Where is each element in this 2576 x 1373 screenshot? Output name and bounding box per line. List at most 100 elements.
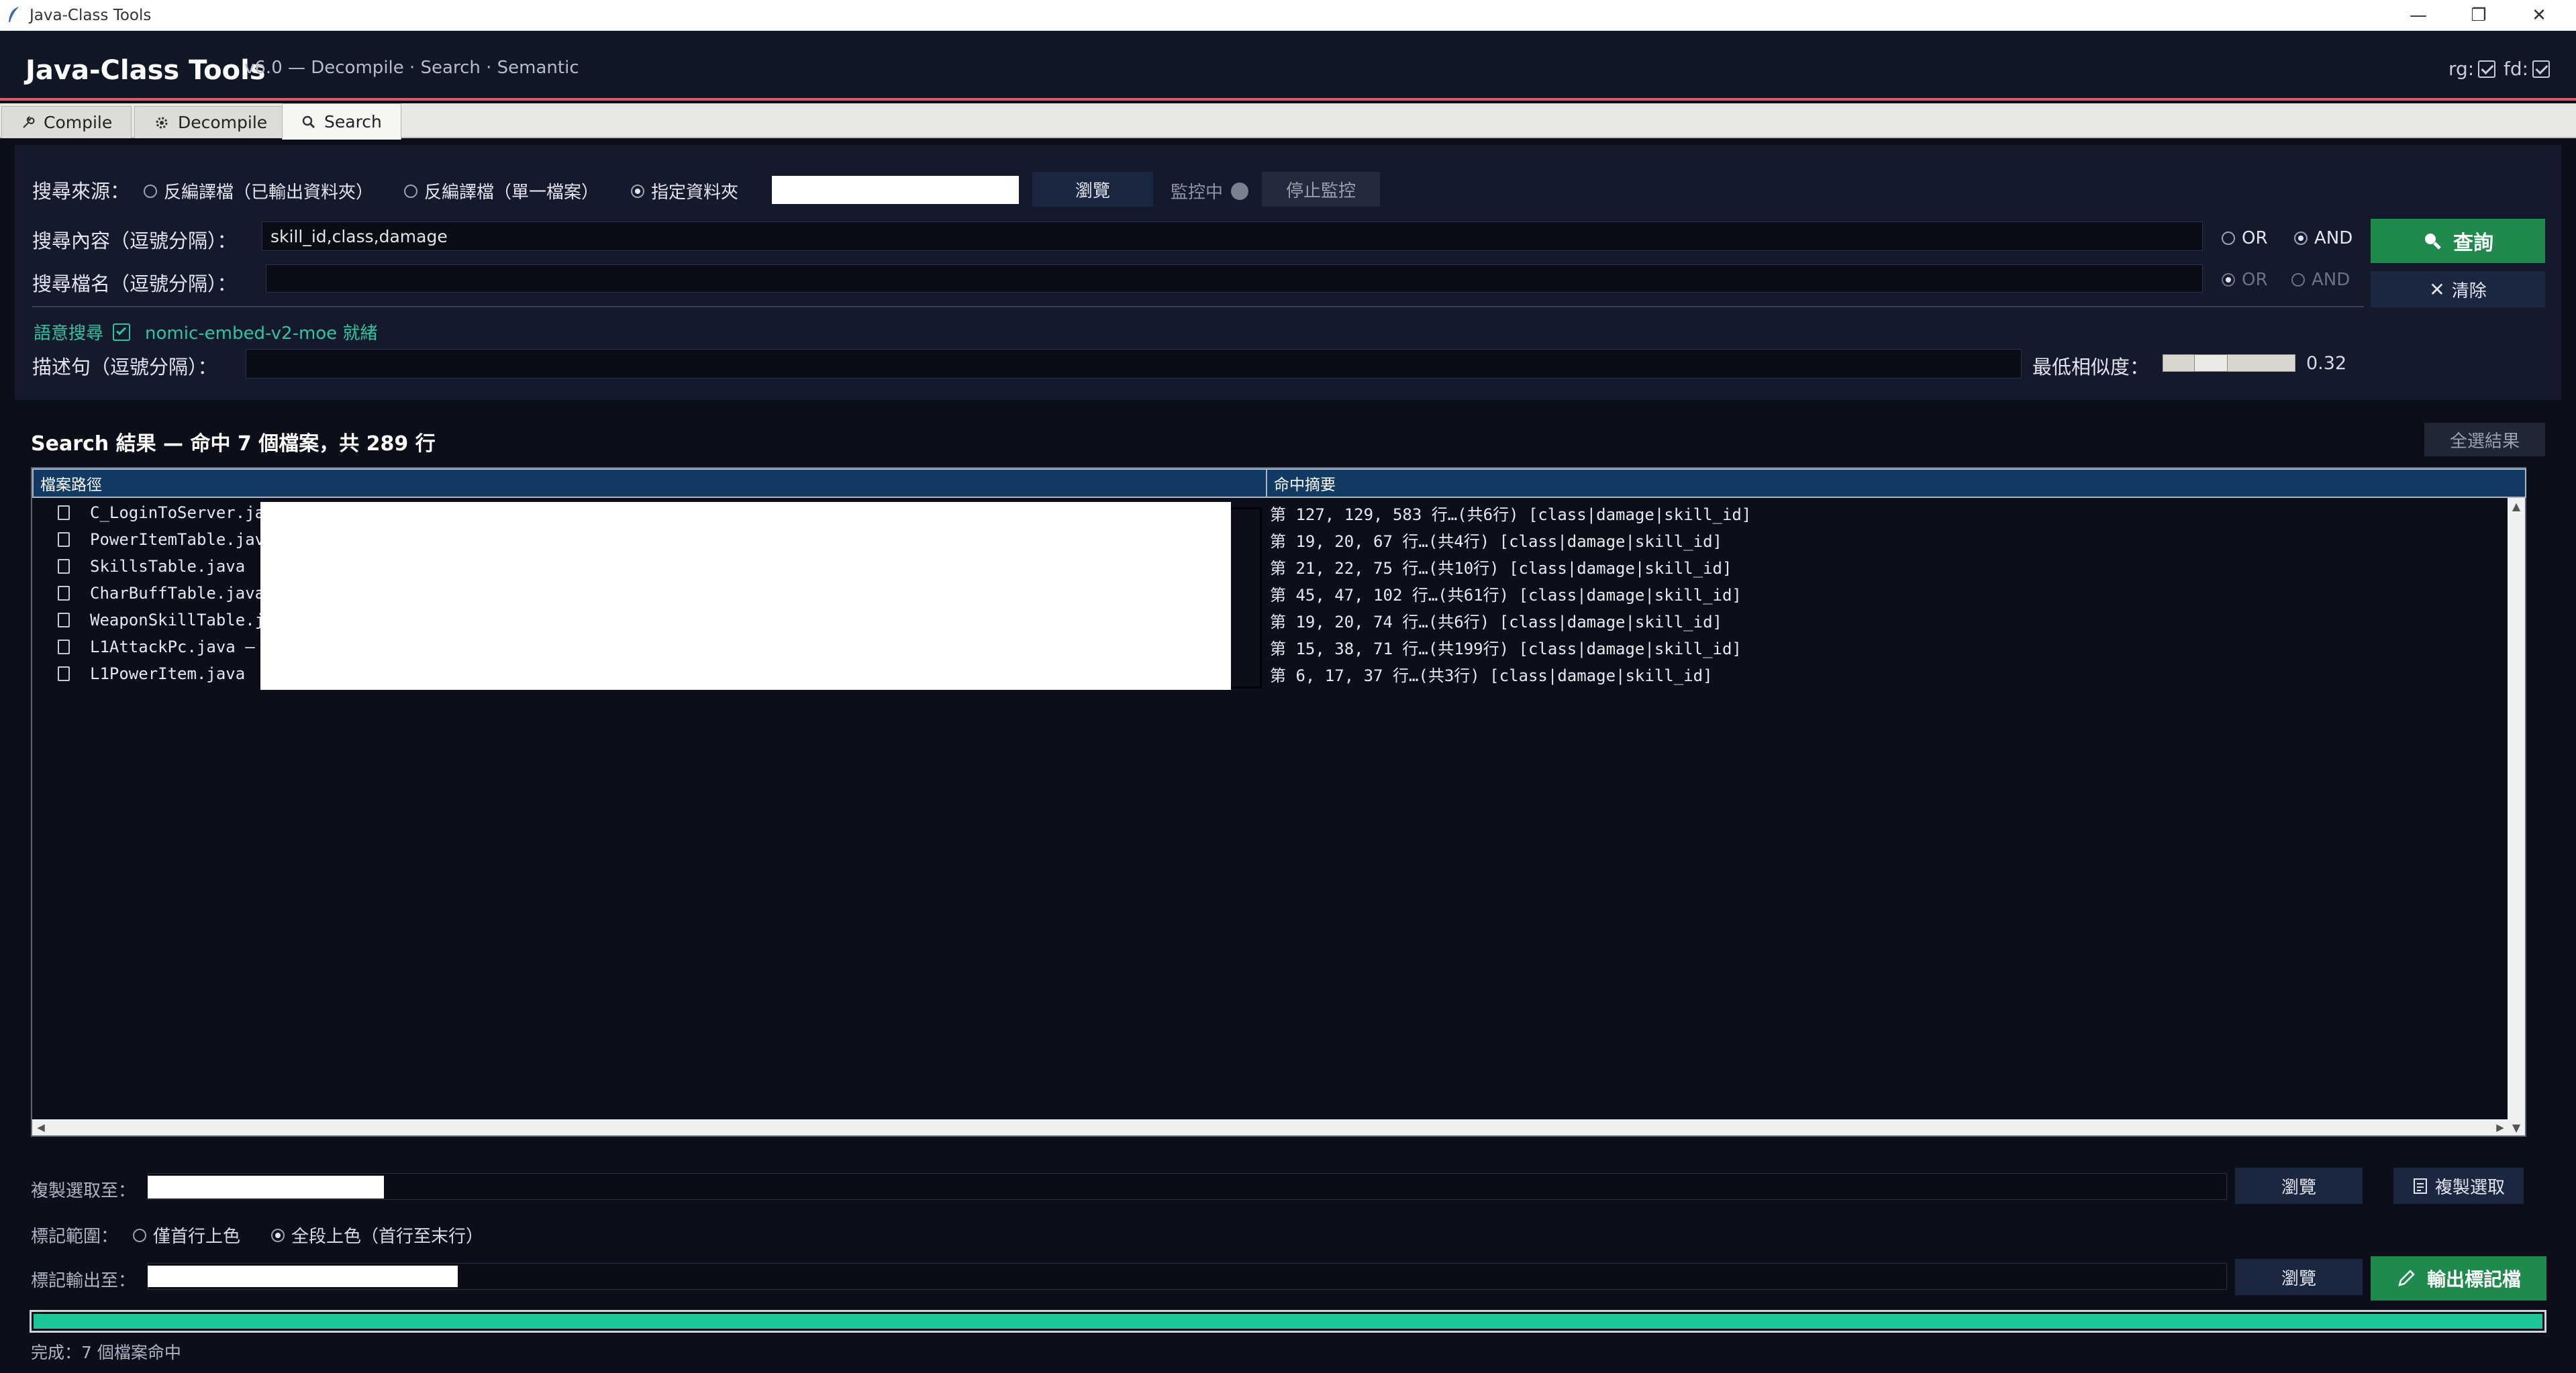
mark-full-range-option[interactable]: 全段上色（首行至末行） (271, 1223, 483, 1248)
filename-and-option[interactable]: AND (2291, 270, 2350, 290)
filename-or-label: OR (2242, 270, 2268, 290)
source-option-folder[interactable]: 指定資料夾 (631, 179, 738, 203)
search-icon (302, 115, 315, 128)
rg-checkbox[interactable]: rg: (2448, 58, 2496, 80)
radio-icon (2291, 273, 2305, 287)
filename-search-input[interactable] (266, 264, 2203, 293)
semantic-label: 語意搜尋 (34, 323, 104, 344)
window-title: Java-Class Tools (30, 7, 152, 24)
tab-search-label: Search (324, 112, 382, 132)
folder-path-input[interactable] (772, 176, 1019, 204)
column-header-summary[interactable]: 命中摘要 (1266, 468, 2526, 498)
mark-option-label: 僅首行上色 (153, 1227, 241, 1247)
filename-and-label: AND (2312, 270, 2350, 290)
fd-check-icon (2532, 60, 2550, 78)
app-subtitle: v6.0 — Decompile · Search · Semantic (244, 58, 579, 78)
radio-icon (2222, 232, 2235, 245)
vertical-scrollbar[interactable]: ▲ ▼ (2508, 498, 2525, 1135)
scroll-right-icon[interactable]: ▶ (2493, 1119, 2508, 1135)
mark-output-path-redacted (148, 1266, 458, 1287)
mark-first-line-option[interactable]: 僅首行上色 (133, 1223, 240, 1248)
hit-summary: 第 45, 47, 102 行…(共61行) [class|damage|ski… (1270, 585, 1742, 605)
scroll-up-icon[interactable]: ▲ (2508, 498, 2525, 514)
monitoring-label: 監控中 (1171, 183, 1224, 203)
similarity-slider[interactable] (2163, 354, 2295, 372)
progress-bar (30, 1310, 2546, 1333)
file-icon (58, 613, 70, 627)
file-name: PowerItemTable.jav (90, 530, 265, 549)
query-label: 查詢 (2453, 232, 2493, 255)
file-name: WeaponSkillTable.j (90, 611, 265, 629)
semantic-search-toggle[interactable]: 語意搜尋 nomic-embed-v2-moe 就緒 (34, 319, 377, 344)
mark-output-input[interactable] (148, 1263, 2227, 1290)
clipboard-icon (2413, 1178, 2427, 1194)
tab-compile[interactable]: Compile (1, 106, 132, 138)
copy-to-input[interactable] (148, 1173, 2227, 1200)
horizontal-scrollbar[interactable]: ◀ ▶ (32, 1119, 2509, 1135)
slider-handle[interactable] (2194, 354, 2228, 372)
filename-or-option[interactable]: OR (2222, 270, 2268, 290)
rg-check-icon (2478, 60, 2496, 78)
export-marks-button[interactable]: 輸出標記檔 (2371, 1256, 2546, 1301)
monitor-indicator-icon (1231, 182, 1249, 200)
file-name: SkillsTable.java (90, 557, 246, 576)
radio-selected-icon (2294, 232, 2308, 245)
tab-search[interactable]: Search (282, 103, 401, 140)
source-browse-button[interactable]: 瀏覽 (1032, 172, 1153, 207)
radio-icon (144, 184, 157, 198)
fd-label: fd: (2504, 58, 2529, 80)
content-search-input[interactable]: skill_id,class,damage (262, 221, 2203, 251)
app-title: Java-Class Tools (26, 55, 266, 86)
file-icon (58, 559, 70, 574)
scroll-left-icon[interactable]: ◀ (34, 1119, 48, 1135)
restore-button[interactable]: ❐ (2455, 0, 2502, 31)
content-or-option[interactable]: OR (2222, 228, 2268, 248)
copy-selected-button[interactable]: 複製選取 (2393, 1168, 2524, 1204)
results-tree[interactable]: 檔案路徑 命中摘要 C_LoginToServer.ja 第 127, 129, … (31, 467, 2526, 1137)
similarity-label: 最低相似度： (2032, 356, 2150, 378)
scroll-down-icon[interactable]: ▼ (2508, 1119, 2525, 1135)
results-title: Search 結果 — 命中 7 個檔案，共 289 行 (31, 432, 436, 456)
file-name: CharBuffTable.java (90, 584, 265, 603)
hit-summary: 第 15, 38, 71 行…(共199行) [class|damage|ski… (1270, 639, 1742, 658)
hit-summary: 第 127, 129, 583 行…(共6行) [class|damage|sk… (1270, 505, 1752, 524)
stop-monitor-button[interactable]: 停止監控 (1262, 172, 1380, 207)
source-option-label: 指定資料夾 (651, 183, 739, 203)
tab-strip: Compile Decompile Search (0, 103, 2576, 140)
description-input[interactable] (246, 349, 2022, 378)
minimize-button[interactable]: — (2395, 0, 2442, 31)
query-button[interactable]: 查詢 (2371, 219, 2545, 263)
fd-checkbox[interactable]: fd: (2504, 58, 2550, 80)
tab-compile-label: Compile (44, 113, 113, 132)
copy-to-label: 複製選取至： (31, 1181, 136, 1201)
progress-fill (34, 1314, 2542, 1329)
select-all-results-button[interactable]: 全選結果 (2424, 423, 2545, 456)
pencil-icon (2398, 1270, 2415, 1286)
file-icon (58, 640, 70, 654)
hit-summary: 第 6, 17, 37 行…(共3行) [class|damage|skill_… (1270, 666, 1713, 685)
close-icon: ✕ (2429, 278, 2445, 301)
source-option-decompiled-folder[interactable]: 反編譯檔（已輸出資料夾） (144, 179, 373, 203)
file-icon (58, 586, 70, 601)
close-button[interactable]: ✕ (2516, 0, 2563, 31)
copy-to-path-redacted (148, 1176, 384, 1199)
source-option-label: 反編譯檔（已輸出資料夾） (164, 183, 374, 203)
radio-selected-icon (271, 1228, 285, 1242)
mark-browse-button[interactable]: 瀏覽 (2235, 1259, 2363, 1295)
redacted-region (260, 502, 1231, 690)
content-and-option[interactable]: AND (2294, 228, 2352, 248)
copy-browse-button[interactable]: 瀏覽 (2235, 1168, 2363, 1204)
file-name: L1AttackPc.java — (90, 638, 255, 656)
file-icon (58, 505, 70, 520)
file-name: C_LoginToServer.ja (90, 503, 265, 522)
status-text: 完成：7 個檔案命中 (31, 1343, 181, 1362)
column-header-path[interactable]: 檔案路徑 (32, 468, 1267, 498)
tab-decompile[interactable]: Decompile (134, 106, 287, 138)
radio-selected-icon (2222, 273, 2235, 287)
clear-button[interactable]: ✕ 清除 (2371, 271, 2545, 307)
radio-icon (404, 184, 417, 198)
source-option-single-file[interactable]: 反編譯檔（單一檔案） (404, 179, 599, 203)
mark-option-label: 全段上色（首行至末行） (291, 1227, 484, 1247)
file-icon (58, 666, 70, 681)
export-label: 輸出標記檔 (2426, 1268, 2521, 1290)
